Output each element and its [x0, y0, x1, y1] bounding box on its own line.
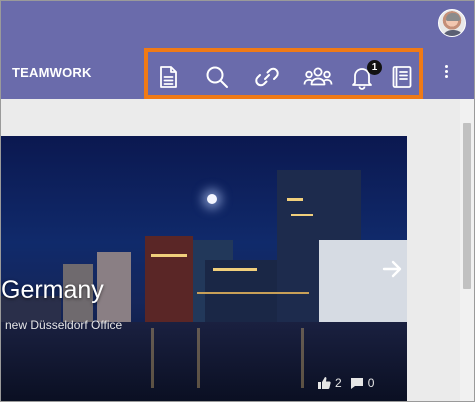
kebab-dot [444, 65, 448, 68]
window-lights [291, 214, 313, 216]
search-icon[interactable] [204, 64, 230, 90]
notification-badge: 1 [367, 60, 382, 75]
light-reflection [151, 328, 154, 388]
avatar-shirt [442, 30, 464, 36]
avatar-hair [446, 13, 460, 21]
white-building [319, 240, 407, 326]
light-reflection [197, 328, 200, 388]
window-lights [151, 254, 187, 257]
document-icon[interactable] [155, 64, 181, 90]
top-header: TEAMWORK 1 [1, 1, 474, 99]
scrollbar-thumb[interactable] [463, 123, 471, 289]
main-content: Germany new Düsseldorf Office 2 0 [1, 99, 460, 401]
more-vert-icon[interactable] [441, 65, 451, 83]
thumbs-up-icon[interactable] [317, 376, 331, 390]
user-avatar[interactable] [438, 9, 466, 37]
light-reflection [301, 328, 304, 388]
building [145, 236, 193, 326]
slide-title: Germany [1, 276, 104, 304]
comment-icon[interactable] [350, 376, 364, 390]
window-lights [197, 292, 309, 294]
kebab-dot [444, 70, 448, 73]
next-arrow-icon[interactable] [381, 258, 403, 280]
hero-carousel-slide[interactable]: Germany new Düsseldorf Office 2 0 [1, 136, 407, 401]
likes-count: 2 [335, 376, 342, 390]
vertical-scrollbar[interactable] [460, 99, 474, 401]
toolbar-group: 1 [144, 48, 423, 99]
comments-count: 0 [367, 376, 375, 390]
kebab-dot [444, 75, 448, 78]
app-frame: TEAMWORK 1 Germany new Düsseldorf Office… [0, 0, 475, 402]
book-icon[interactable] [389, 64, 415, 90]
slide-stats: 2 0 [317, 375, 382, 391]
link-icon[interactable] [254, 64, 280, 90]
slide-subtitle: new Düsseldorf Office [5, 318, 123, 332]
moon-light [207, 194, 217, 204]
window-lights [287, 198, 303, 201]
window-lights [213, 268, 257, 271]
people-icon[interactable] [303, 64, 333, 90]
app-brand: TEAMWORK [12, 65, 92, 80]
